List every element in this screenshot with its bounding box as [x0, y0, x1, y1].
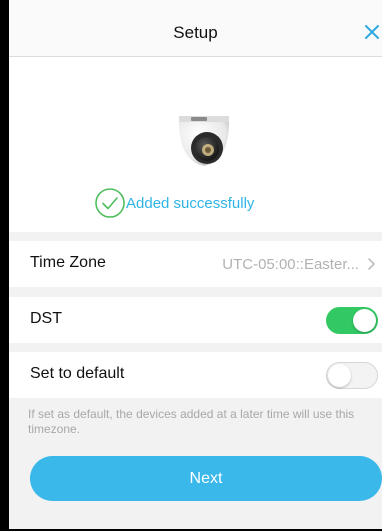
- close-icon[interactable]: [364, 24, 380, 40]
- chevron-right-icon: [368, 258, 375, 270]
- dst-row: DST: [9, 297, 382, 343]
- next-button[interactable]: Next: [30, 456, 382, 501]
- toggle-knob: [353, 309, 376, 332]
- add-status: Added successfully: [94, 188, 254, 218]
- time-zone-value: UTC-05:00::Easter...: [222, 256, 359, 273]
- setup-screen: Setup Added successfully Time Zone UTC-0…: [0, 0, 382, 531]
- status-text: Added successfully: [126, 194, 255, 212]
- timezone-hint: If set as default, the devices added at …: [28, 407, 355, 436]
- dst-toggle[interactable]: [326, 307, 378, 334]
- check-circle-icon: [95, 188, 125, 218]
- device-panel: Added successfully: [9, 57, 382, 232]
- header-bar: Setup: [9, 0, 382, 57]
- set-default-label: Set to default: [30, 365, 125, 382]
- dst-label: DST: [30, 310, 62, 327]
- toggle-knob: [328, 364, 351, 387]
- set-default-row: Set to default: [9, 352, 382, 398]
- dome-camera-image: [179, 116, 229, 166]
- time-zone-label: Time Zone: [30, 254, 106, 271]
- set-default-toggle[interactable]: [326, 362, 378, 389]
- time-zone-row[interactable]: Time Zone UTC-05:00::Easter...: [9, 241, 382, 287]
- page-title: Setup: [173, 23, 218, 42]
